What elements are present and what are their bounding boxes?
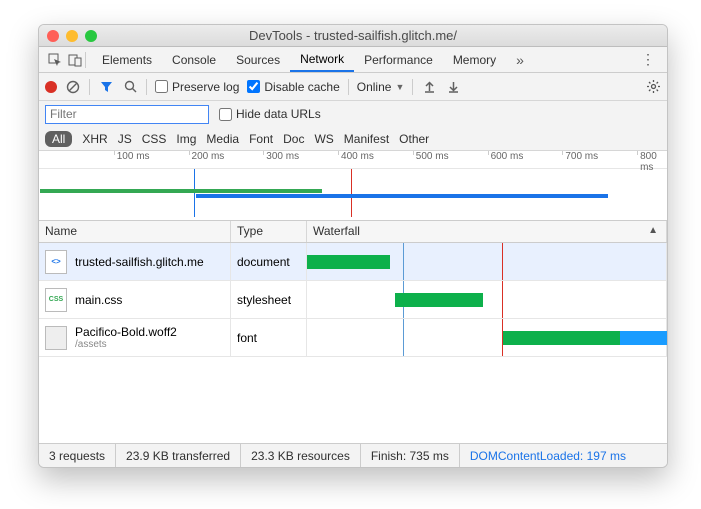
clear-icon[interactable] bbox=[65, 79, 81, 95]
tab-memory[interactable]: Memory bbox=[443, 47, 506, 72]
status-requests: 3 requests bbox=[39, 444, 116, 467]
tick: 500 ms bbox=[413, 151, 449, 155]
hide-data-urls-checkbox[interactable]: Hide data URLs bbox=[219, 107, 321, 121]
preserve-log-checkbox[interactable]: Preserve log bbox=[155, 80, 239, 94]
status-transferred: 23.9 KB transferred bbox=[116, 444, 241, 467]
throttling-select[interactable]: Online▼ bbox=[357, 80, 405, 94]
filter-input[interactable] bbox=[45, 105, 209, 124]
disable-cache-checkbox[interactable]: Disable cache bbox=[247, 80, 339, 94]
request-type: font bbox=[231, 319, 307, 356]
record-button[interactable] bbox=[45, 81, 57, 93]
hide-data-urls-label: Hide data URLs bbox=[236, 107, 321, 121]
tick: 300 ms bbox=[263, 151, 299, 155]
waterfall-bar bbox=[307, 255, 390, 269]
request-name: main.css bbox=[75, 293, 122, 307]
throttling-value: Online bbox=[357, 80, 392, 94]
waterfall-cell bbox=[307, 281, 667, 318]
tab-elements[interactable]: Elements bbox=[92, 47, 162, 72]
tick: 200 ms bbox=[189, 151, 225, 155]
chevron-down-icon: ▼ bbox=[395, 82, 404, 92]
header-name[interactable]: Name bbox=[39, 221, 231, 242]
devtools-window: DevTools - trusted-sailfish.glitch.me/ E… bbox=[38, 24, 668, 468]
status-finish: Finish: 735 ms bbox=[361, 444, 460, 467]
file-icon: CSS bbox=[45, 288, 67, 312]
timeline-overview[interactable]: 100 ms 200 ms 300 ms 400 ms 500 ms 600 ms 700 … bbox=[39, 151, 667, 221]
request-name: trusted-sailfish.glitch.me bbox=[75, 255, 204, 269]
search-icon[interactable] bbox=[122, 79, 138, 95]
type-img[interactable]: Img bbox=[176, 132, 196, 146]
type-other[interactable]: Other bbox=[399, 132, 429, 146]
file-icon bbox=[45, 326, 67, 350]
type-manifest[interactable]: Manifest bbox=[344, 132, 389, 146]
inspect-element-icon[interactable] bbox=[45, 50, 65, 70]
network-table: Name Type Waterfall▲ <> trusted-sailfish.… bbox=[39, 221, 667, 443]
timeline-area bbox=[39, 169, 667, 217]
request-path: /assets bbox=[75, 339, 177, 350]
waterfall-bar bbox=[503, 331, 621, 345]
header-waterfall[interactable]: Waterfall▲ bbox=[307, 221, 667, 242]
type-css[interactable]: CSS bbox=[142, 132, 167, 146]
tick: 700 ms bbox=[562, 151, 598, 155]
request-name: Pacifico-Bold.woff2 bbox=[75, 325, 177, 339]
tick: 100 ms bbox=[114, 151, 150, 155]
type-xhr[interactable]: XHR bbox=[82, 132, 107, 146]
tab-performance[interactable]: Performance bbox=[354, 47, 443, 72]
timeline-ruler: 100 ms 200 ms 300 ms 400 ms 500 ms 600 ms 700 … bbox=[39, 151, 667, 169]
preserve-log-label: Preserve log bbox=[172, 80, 239, 94]
tab-network[interactable]: Network bbox=[290, 47, 354, 72]
tab-sources[interactable]: Sources bbox=[226, 47, 290, 72]
header-type[interactable]: Type bbox=[231, 221, 307, 242]
tick: 400 ms bbox=[338, 151, 374, 155]
overview-bar bbox=[40, 189, 323, 193]
menu-icon[interactable]: ⋮ bbox=[635, 51, 661, 68]
table-row[interactable]: CSS main.css stylesheet bbox=[39, 281, 667, 319]
download-har-icon[interactable] bbox=[445, 79, 461, 95]
settings-icon[interactable] bbox=[645, 79, 661, 95]
network-toolbar: Preserve log Disable cache Online▼ bbox=[39, 73, 667, 101]
tick: 800 ms bbox=[637, 151, 667, 155]
waterfall-bar bbox=[620, 331, 667, 345]
filter-row: Hide data URLs bbox=[39, 101, 667, 127]
panel-tabs: ElementsConsoleSourcesNetworkPerformance… bbox=[92, 47, 506, 72]
filter-toggle-icon[interactable] bbox=[98, 79, 114, 95]
type-font[interactable]: Font bbox=[249, 132, 273, 146]
marker-line bbox=[351, 169, 352, 217]
upload-har-icon[interactable] bbox=[421, 79, 437, 95]
tab-console[interactable]: Console bbox=[162, 47, 226, 72]
resource-type-filter: All XHR JS CSS Img Media Font Doc WS Manifest Oth… bbox=[39, 127, 667, 151]
waterfall-cell bbox=[307, 319, 667, 356]
type-ws[interactable]: WS bbox=[314, 132, 333, 146]
request-type: document bbox=[231, 243, 307, 280]
status-bar: 3 requests 23.9 KB transferred 23.3 KB r… bbox=[39, 443, 667, 467]
type-all[interactable]: All bbox=[45, 131, 72, 147]
window-title: DevTools - trusted-sailfish.glitch.me/ bbox=[39, 28, 667, 43]
type-js[interactable]: JS bbox=[118, 132, 132, 146]
table-row[interactable]: Pacifico-Bold.woff2/assets font bbox=[39, 319, 667, 357]
status-resources: 23.3 KB resources bbox=[241, 444, 361, 467]
sort-asc-icon: ▲ bbox=[648, 225, 658, 236]
tick: 600 ms bbox=[488, 151, 524, 155]
type-media[interactable]: Media bbox=[206, 132, 239, 146]
device-toolbar-icon[interactable] bbox=[65, 50, 85, 70]
overview-bar bbox=[196, 194, 608, 198]
waterfall-cell bbox=[307, 243, 667, 280]
status-dcl: DOMContentLoaded: 197 ms bbox=[460, 444, 636, 467]
file-icon: <> bbox=[45, 250, 67, 274]
panel-tabbar: ElementsConsoleSourcesNetworkPerformance… bbox=[39, 47, 667, 73]
table-row[interactable]: <> trusted-sailfish.glitch.me document bbox=[39, 243, 667, 281]
titlebar: DevTools - trusted-sailfish.glitch.me/ bbox=[39, 25, 667, 47]
disable-cache-label: Disable cache bbox=[264, 80, 339, 94]
waterfall-bar bbox=[395, 293, 483, 307]
request-type: stylesheet bbox=[231, 281, 307, 318]
type-doc[interactable]: Doc bbox=[283, 132, 304, 146]
marker-line bbox=[194, 169, 195, 217]
more-tabs-icon[interactable]: » bbox=[510, 52, 530, 68]
